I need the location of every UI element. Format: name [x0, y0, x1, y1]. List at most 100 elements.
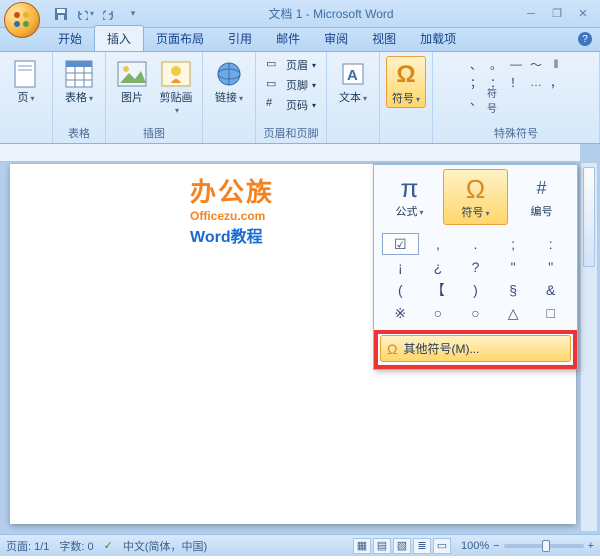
zoom-level[interactable]: 100%: [461, 540, 489, 552]
tab-mailings[interactable]: 邮件: [264, 26, 312, 51]
page-icon: [10, 58, 42, 90]
link-button[interactable]: 链接: [209, 56, 249, 106]
table-button[interactable]: 表格: [59, 56, 99, 106]
pagenum-button[interactable]: #页码▾: [262, 96, 320, 114]
symbol-cell[interactable]: ○: [457, 302, 494, 324]
redo-icon[interactable]: [100, 5, 118, 23]
symbol-cell[interactable]: ": [495, 256, 532, 278]
group-tables: 表格 表格: [53, 52, 106, 143]
office-button[interactable]: [4, 2, 40, 38]
tab-addins[interactable]: 加载项: [408, 26, 468, 51]
view-fullscreen-icon[interactable]: ▤: [373, 538, 391, 554]
symbol-cell[interactable]: ¡: [382, 256, 419, 278]
more-symbols-button[interactable]: Ω 其他符号(M)...: [380, 335, 571, 362]
special-symbols-grid[interactable]: 、 。 — ～ ‖ ； ： ！ … ， 、 符号: [467, 56, 565, 108]
scrollbar-thumb[interactable]: [583, 167, 595, 267]
status-proofing-icon[interactable]: ✓: [104, 539, 113, 552]
close-button[interactable]: ✕: [572, 6, 594, 22]
group-specialchars: 、 。 — ～ ‖ ； ： ！ … ， 、 符号 特殊符号: [433, 52, 600, 143]
symbol-cell[interactable]: ¿: [420, 256, 457, 278]
title-bar: ▾ 文档 1 - Microsoft Word ─ ❐ ✕: [0, 0, 600, 28]
symbol-cell[interactable]: :: [532, 233, 569, 255]
help-icon[interactable]: ?: [578, 32, 592, 46]
tab-review[interactable]: 审阅: [312, 26, 360, 51]
group-tables-label: 表格: [68, 123, 90, 141]
symbol-cell[interactable]: &: [532, 279, 569, 301]
symbol-grid: ☑ , . ; : ¡ ¿ ? " " ( 【 ) § & ※ ○ ○ △ □: [374, 229, 577, 330]
view-outline-icon[interactable]: ≣: [413, 538, 431, 554]
pagenum-icon: #: [266, 97, 282, 113]
tab-view[interactable]: 视图: [360, 26, 408, 51]
group-text: A 文本: [327, 52, 380, 143]
omega-icon: Ω: [390, 59, 422, 91]
undo-icon[interactable]: [76, 5, 94, 23]
symbol-cell[interactable]: ※: [382, 302, 419, 324]
highlight-box: Ω 其他符号(M)...: [374, 330, 577, 369]
omega-small-icon: Ω: [387, 341, 397, 357]
textbox-button[interactable]: A 文本: [333, 56, 373, 106]
clipart-button[interactable]: 剪贴画: [156, 56, 196, 118]
zoom-slider[interactable]: [504, 544, 584, 548]
symbol-cell[interactable]: △: [495, 302, 532, 324]
qat-customize-icon[interactable]: ▾: [124, 5, 142, 23]
symbol-cell[interactable]: □: [532, 302, 569, 324]
watermark: 办公族 Officezu.com Word教程: [190, 172, 274, 247]
view-buttons: ▦ ▤ ▧ ≣ ▭: [353, 538, 451, 554]
header-icon: ▭: [266, 57, 282, 73]
tab-home[interactable]: 开始: [46, 26, 94, 51]
restore-button[interactable]: ❐: [546, 6, 568, 22]
window-title: 文档 1 - Microsoft Word: [142, 5, 520, 22]
symbol-button[interactable]: Ω 符号: [386, 56, 426, 108]
link-label: 链接: [215, 92, 243, 104]
group-symbols-label: [404, 127, 407, 141]
equation-button[interactable]: π 公式: [378, 169, 441, 225]
symbol-label: 符号: [392, 93, 420, 105]
footer-button[interactable]: ▭页脚▾: [262, 76, 320, 94]
minimize-button[interactable]: ─: [520, 6, 542, 22]
status-lang[interactable]: 中文(简体，中国): [123, 538, 207, 554]
page-button[interactable]: 页: [6, 56, 46, 106]
view-web-icon[interactable]: ▧: [393, 538, 411, 554]
symbol-cell[interactable]: §: [495, 279, 532, 301]
omega-dd-icon: Ω: [466, 174, 485, 204]
tab-insert[interactable]: 插入: [94, 25, 144, 51]
picture-button[interactable]: 图片: [112, 56, 152, 106]
table-label: 表格: [65, 92, 93, 104]
table-icon: [63, 58, 95, 90]
header-button[interactable]: ▭页眉▾: [262, 56, 320, 74]
status-words[interactable]: 字数: 0: [59, 538, 93, 554]
group-specialchars-label: 特殊符号: [494, 123, 538, 141]
symbol-cell[interactable]: ": [532, 256, 569, 278]
symbol-cell[interactable]: ☑: [382, 233, 419, 255]
view-draft-icon[interactable]: ▭: [433, 538, 451, 554]
symbol-cell[interactable]: ○: [420, 302, 457, 324]
clipart-label: 剪贴画: [158, 92, 194, 116]
horizontal-ruler[interactable]: [0, 144, 580, 162]
status-page[interactable]: 页面: 1/1: [6, 538, 49, 554]
symbol-cell[interactable]: (: [382, 279, 419, 301]
vertical-scrollbar[interactable]: [580, 162, 598, 532]
pi-icon: π: [401, 173, 419, 203]
clipart-icon: [160, 58, 192, 90]
picture-icon: [116, 58, 148, 90]
tab-references[interactable]: 引用: [216, 26, 264, 51]
tab-pagelayout[interactable]: 页面布局: [144, 26, 216, 51]
symbol-cell[interactable]: .: [457, 233, 494, 255]
zoom-thumb[interactable]: [542, 540, 550, 552]
save-icon[interactable]: [52, 5, 70, 23]
symbol-cell[interactable]: ): [457, 279, 494, 301]
symbol-cell[interactable]: ,: [420, 233, 457, 255]
view-print-icon[interactable]: ▦: [353, 538, 371, 554]
zoom-out-button[interactable]: −: [493, 540, 499, 552]
zoom-in-button[interactable]: +: [588, 540, 594, 552]
symbol-cell[interactable]: ;: [495, 233, 532, 255]
symbol-dd-button[interactable]: Ω 符号: [443, 169, 508, 225]
number-button[interactable]: # 编号: [510, 169, 573, 225]
group-links-label: [227, 127, 230, 141]
symbol-cell[interactable]: 【: [420, 279, 457, 301]
symbol-cell[interactable]: ?: [457, 256, 494, 278]
number-icon: #: [536, 173, 546, 203]
group-pages-label: [24, 127, 27, 141]
group-illustrations-label: 插图: [143, 123, 165, 141]
group-illustrations: 图片 剪贴画 插图: [106, 52, 203, 143]
